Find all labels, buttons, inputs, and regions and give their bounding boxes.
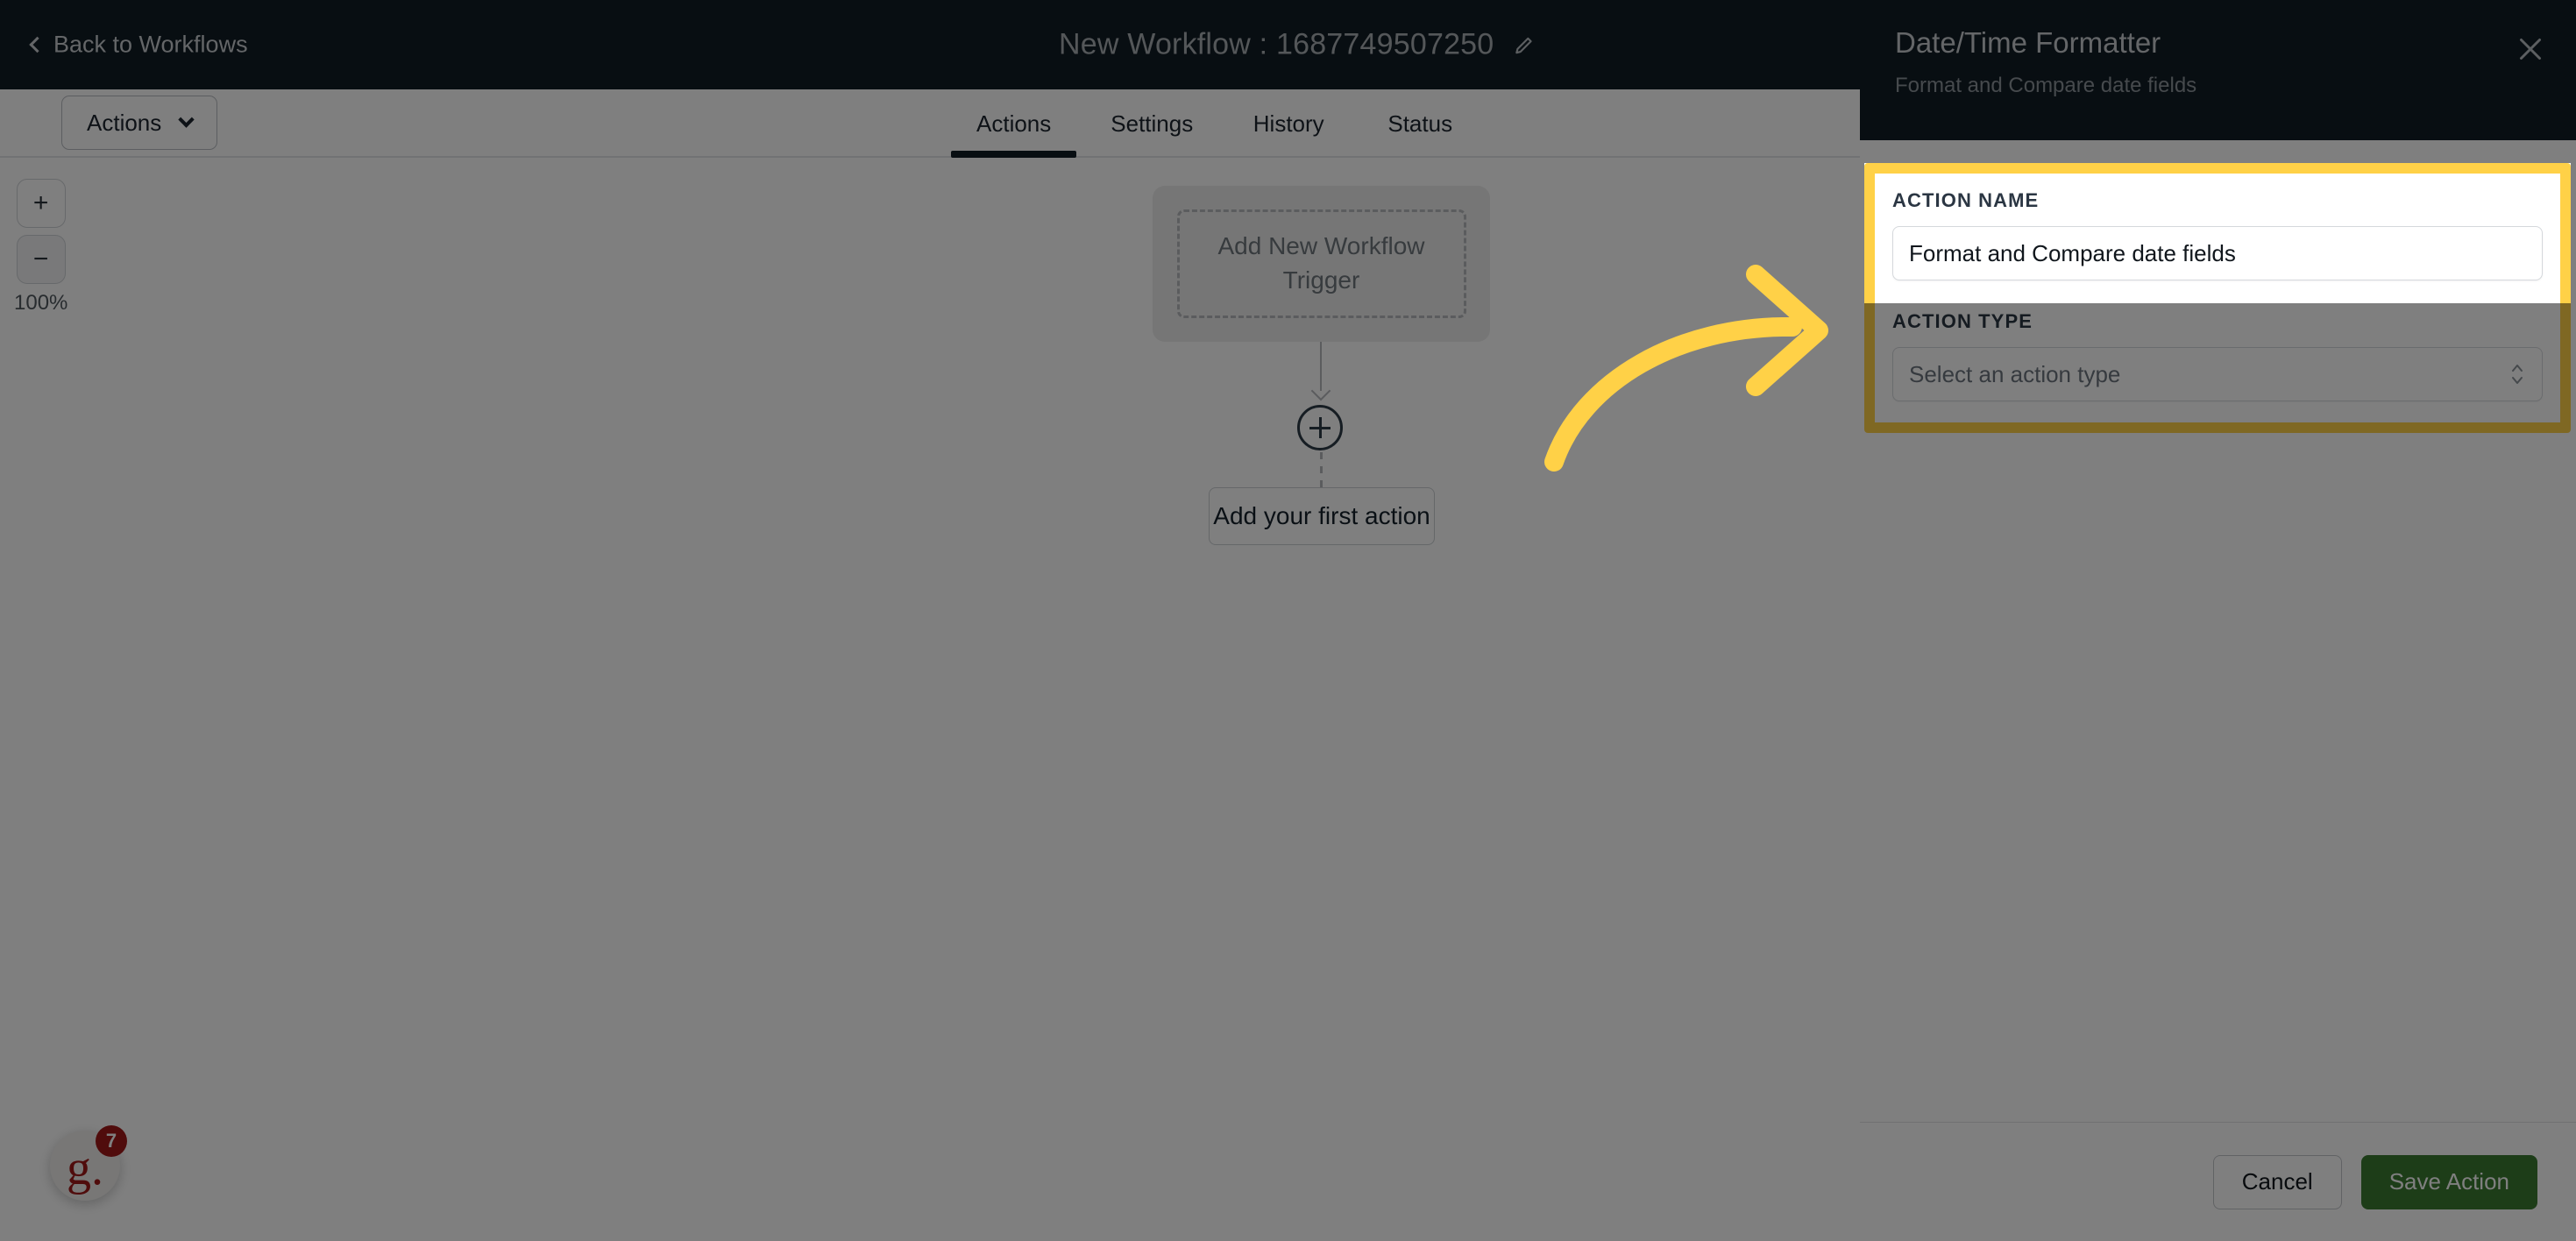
- action-type-select[interactable]: Select an action type: [1892, 347, 2543, 401]
- plus-vertical-bar: [1318, 417, 1322, 438]
- panel-title: Date/Time Formatter: [1895, 26, 2161, 59]
- zoom-out-button[interactable]: −: [16, 235, 66, 284]
- panel-footer: Cancel Save Action: [1860, 1122, 2576, 1241]
- chevron-up-down-icon: [2512, 365, 2523, 384]
- cancel-button[interactable]: Cancel: [2212, 1154, 2342, 1209]
- field-spacer: [1892, 280, 2543, 310]
- action-config-panel: Date/Time Formatter Format and Compare d…: [1860, 0, 2576, 1241]
- add-workflow-trigger-node[interactable]: Add New Workflow Trigger: [1176, 209, 1466, 318]
- panel-header: Date/Time Formatter Format and Compare d…: [1860, 0, 2576, 140]
- trigger-node-container: Add New Workflow Trigger: [1153, 186, 1490, 342]
- panel-subtitle: Format and Compare date fields: [1895, 74, 2197, 97]
- tab-settings[interactable]: Settings: [1081, 89, 1223, 158]
- chevron-left-icon: [29, 36, 46, 53]
- brand-logo: g.: [67, 1141, 103, 1195]
- tab-actions[interactable]: Actions: [947, 89, 1081, 158]
- action-type-label: ACTION TYPE: [1892, 310, 2033, 332]
- zoom-in-button[interactable]: +: [16, 179, 66, 228]
- tab-list: Actions Settings History Status: [947, 89, 1486, 158]
- tab-status-label: Status: [1387, 110, 1453, 137]
- panel-body: ACTION NAME ACTION TYPE Select an action…: [1860, 140, 2576, 1122]
- actions-dropdown-label: Actions: [87, 109, 162, 136]
- tab-status[interactable]: Status: [1354, 89, 1486, 158]
- close-icon[interactable]: [2515, 33, 2546, 65]
- tab-settings-label: Settings: [1111, 110, 1194, 137]
- page-title: New Workflow : 1687749507250: [1059, 27, 1494, 61]
- workflow-builder-app: Back to Workflows New Workflow : 1687749…: [0, 0, 2576, 1241]
- action-name-label: ACTION NAME: [1892, 189, 2040, 211]
- workflow-title-group: New Workflow : 1687749507250: [1059, 28, 1536, 62]
- pencil-icon[interactable]: [1513, 33, 1536, 56]
- back-to-workflows-label: Back to Workflows: [53, 31, 248, 58]
- connector-line-bottom: [1320, 452, 1323, 489]
- chat-support-widget[interactable]: g. 7: [50, 1125, 127, 1201]
- zoom-level-label: 100%: [14, 291, 68, 315]
- add-first-action-node[interactable]: Add your first action: [1209, 487, 1435, 545]
- action-type-placeholder: Select an action type: [1909, 360, 2121, 387]
- tab-actions-label: Actions: [976, 110, 1052, 137]
- back-to-workflows-link[interactable]: Back to Workflows: [29, 31, 248, 59]
- chevron-down-icon: [178, 111, 195, 128]
- plus-circle-icon[interactable]: [1297, 405, 1343, 450]
- zoom-controls: + − 100%: [14, 179, 67, 316]
- unread-badge: 7: [96, 1125, 127, 1157]
- save-action-button[interactable]: Save Action: [2360, 1154, 2537, 1209]
- workflow-canvas[interactable]: + − 100% Add New Workflow Trigger Add yo…: [0, 158, 1860, 1241]
- action-form-highlighted: ACTION NAME ACTION TYPE Select an action…: [1864, 163, 2571, 433]
- tab-history-label: History: [1253, 110, 1324, 137]
- actions-dropdown-button[interactable]: Actions: [61, 96, 218, 150]
- connector-arrowhead-icon: [1310, 380, 1331, 401]
- action-name-input[interactable]: [1892, 226, 2543, 280]
- tab-history[interactable]: History: [1223, 89, 1354, 158]
